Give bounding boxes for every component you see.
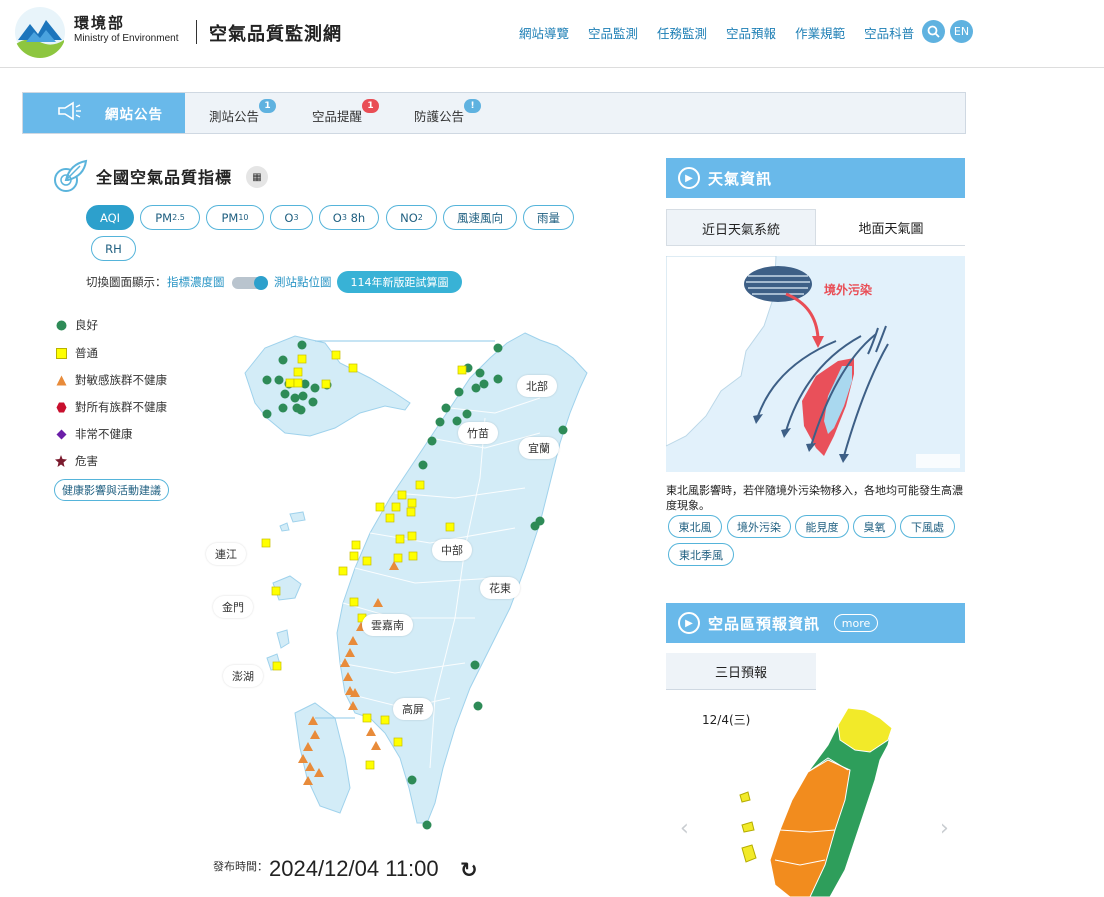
pollutant-tab-rh[interactable]: RH [91, 236, 136, 261]
legend-good: 良好 [55, 317, 98, 333]
pollutant-tab-pm10[interactable]: PM 10 [206, 205, 264, 230]
region-label-lienchiang[interactable]: 連江 [206, 543, 246, 565]
nav-task-monitoring[interactable]: 任務監測 [657, 23, 707, 42]
tag-ozone[interactable]: 臭氧 [853, 515, 896, 538]
chevron-left-icon[interactable]: ‹ [680, 816, 689, 841]
tag-visibility[interactable]: 能見度 [795, 515, 849, 538]
main-nav: 網站導覽 空品監測 任務監測 空品預報 作業規範 空品科普 [519, 23, 914, 42]
chevron-right-icon[interactable]: › [940, 816, 949, 841]
nav-air-science[interactable]: 空品科普 [864, 23, 914, 42]
weather-title: 天氣資訊 [708, 169, 773, 188]
weather-description: 東北風影響時，若伴隨境外污染物移入，各地均可能發生高濃度現象。 [666, 484, 963, 512]
orange-triangle-icon [55, 375, 67, 386]
notice-tab-site[interactable]: 網站公告 [23, 93, 185, 133]
yellow-square-icon [55, 347, 67, 359]
region-label-kinmen[interactable]: 金門 [213, 596, 253, 618]
maroon-star-icon [55, 455, 67, 467]
legend-moderate: 普通 [55, 345, 98, 361]
pollutant-tab-o3-8h[interactable]: O3 8h [319, 205, 379, 230]
refresh-icon[interactable]: ↻ [460, 858, 478, 882]
region-label-zhumiao[interactable]: 竹苗 [458, 422, 498, 444]
pollutant-tab-o3[interactable]: O3 [270, 205, 313, 230]
tab-weather-system[interactable]: 近日天氣系統 [666, 209, 816, 246]
forecast-header: ▶ 空品區預報資訊 more [666, 603, 965, 643]
legend-very-unhealthy: 非常不健康 [55, 426, 133, 442]
pollutant-tab-rain[interactable]: 雨量 [523, 205, 574, 230]
nav-sitemap[interactable]: 網站導覽 [519, 23, 569, 42]
switch-option-concentration[interactable]: 指標濃度圖 [167, 274, 225, 290]
logo-text-zh: 環境部 [74, 14, 126, 32]
weather-system-image[interactable]: 境外污染 [666, 256, 965, 472]
legend-unhealthy: 對所有族群不健康 [55, 399, 167, 415]
site-title[interactable]: 空氣品質監測網 [209, 20, 342, 46]
station-notice-badge: 1 [259, 99, 277, 113]
language-button[interactable]: EN [950, 20, 973, 43]
forecast-title: 空品區預報資訊 [708, 614, 821, 633]
nav-air-forecast[interactable]: 空品預報 [726, 23, 776, 42]
notice-tab-station[interactable]: 測站公告 1 [209, 99, 277, 125]
legend-sensitive: 對敏感族群不健康 [55, 372, 167, 388]
publish-label: 發布時間： [213, 860, 268, 873]
region-label-huadong[interactable]: 花東 [480, 577, 520, 599]
protection-notice-badge: ! [464, 99, 482, 113]
logo-text-en: Ministry of Environment [74, 33, 179, 44]
tab-three-day-forecast[interactable]: 三日預報 [666, 653, 816, 690]
region-label-penghu[interactable]: 澎湖 [223, 665, 263, 687]
pollutant-tab-no2[interactable]: NO 2 [386, 205, 437, 230]
tag-ne-monsoon[interactable]: 東北季風 [668, 543, 734, 566]
legend-hazardous: 危害 [55, 453, 98, 469]
notice-bar: 網站公告 測站公告 1 空品提醒 1 防護公告 ! [22, 92, 966, 134]
site-header: 環境部 Ministry of Environment 空氣品質監測網 網站導覽… [0, 0, 1104, 68]
region-label-yilan[interactable]: 宜蘭 [519, 437, 559, 459]
notice-tab-air-alert[interactable]: 空品提醒 1 [312, 99, 380, 125]
weather-image-label: 境外污染 [824, 282, 873, 297]
pollutant-tab-aqi[interactable]: AQI [86, 205, 134, 230]
green-circle-icon [55, 320, 67, 331]
toggle-knob [254, 276, 268, 290]
tab-surface-map[interactable]: 地面天氣圖 [816, 209, 966, 246]
search-icon[interactable] [922, 20, 945, 43]
logo-divider [196, 20, 197, 44]
new-calc-map-button[interactable]: 114年新版距試算圖 [337, 271, 462, 293]
nav-operation-specs[interactable]: 作業規範 [795, 23, 845, 42]
play-icon: ▶ [678, 167, 700, 189]
tag-ne-wind[interactable]: 東北風 [668, 515, 722, 538]
pollutant-tab-pm25[interactable]: PM 2.5 [140, 205, 200, 230]
red-hexagon-icon [55, 402, 67, 413]
air-alert-badge: 1 [362, 99, 380, 113]
weather-tab-divider [666, 245, 965, 246]
nav-air-monitoring[interactable]: 空品監測 [588, 23, 638, 42]
weather-header: ▶ 天氣資訊 [666, 158, 965, 198]
notice-main-label: 網站公告 [105, 107, 163, 123]
switch-option-stations[interactable]: 測站點位圖 [274, 274, 332, 290]
megaphone-icon [57, 101, 83, 126]
forecast-more-button[interactable]: more [834, 614, 879, 632]
tag-transboundary[interactable]: 境外污染 [727, 515, 791, 538]
leaf-icon [54, 159, 88, 192]
region-label-central[interactable]: 中部 [432, 539, 472, 561]
tag-downwind[interactable]: 下風處 [900, 515, 955, 538]
region-label-yunjianan[interactable]: 雲嘉南 [362, 614, 413, 636]
notice-tab-protection[interactable]: 防護公告 ! [414, 99, 482, 125]
display-toggle[interactable] [232, 276, 268, 290]
region-label-kaoping[interactable]: 高屏 [393, 698, 433, 720]
aqi-section-title: 全國空氣品質指標 [96, 168, 233, 187]
forecast-map[interactable] [730, 700, 900, 897]
calculator-icon[interactable]: ▦ [246, 166, 268, 188]
region-label-north[interactable]: 北部 [517, 375, 557, 397]
display-switch-label: 切換圖面顯示： [86, 275, 167, 289]
health-advice-button[interactable]: 健康影響與活動建議 [54, 479, 169, 501]
purple-diamond-icon [55, 429, 67, 440]
ministry-logo[interactable] [14, 6, 66, 58]
publish-time: 2024/12/04 11:00 [269, 856, 439, 881]
play-icon: ▶ [678, 612, 700, 634]
pollutant-tab-wind[interactable]: 風速風向 [443, 205, 517, 230]
